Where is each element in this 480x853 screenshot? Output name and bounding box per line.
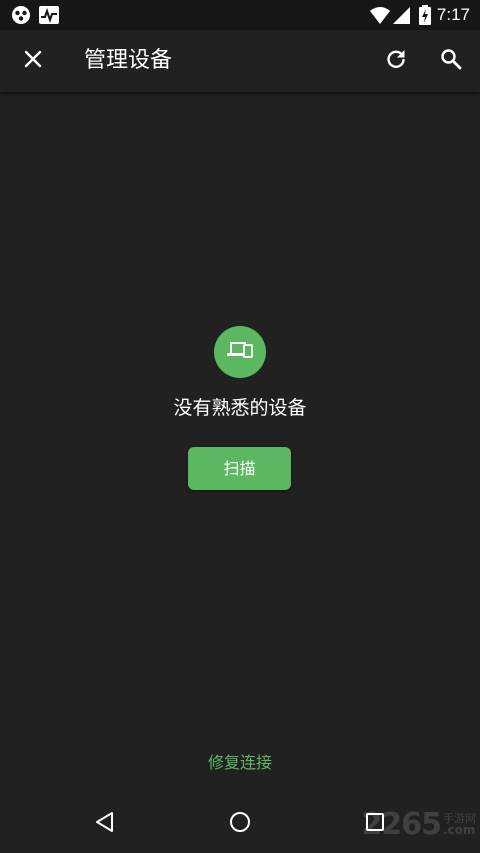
main-content: 没有熟悉的设备 扫描 xyxy=(0,92,480,732)
page-title: 管理设备 xyxy=(84,48,173,73)
wifi-icon xyxy=(369,4,391,26)
scan-button[interactable]: 扫描 xyxy=(188,447,291,490)
status-time: 7:17 xyxy=(436,5,470,24)
watermark-number: 2265 xyxy=(361,806,442,842)
activity-icon xyxy=(38,4,60,26)
cell-signal-icon xyxy=(391,4,413,26)
search-icon xyxy=(439,47,463,75)
toolbar: 管理设备 xyxy=(0,30,480,92)
back-triangle-icon xyxy=(94,811,116,837)
devices-badge xyxy=(214,326,266,378)
search-button[interactable] xyxy=(429,39,473,83)
empty-state-message: 没有熟悉的设备 xyxy=(173,397,307,419)
refresh-icon xyxy=(384,47,408,75)
watermark-label-cn: 手游网 xyxy=(443,811,476,825)
close-icon xyxy=(22,48,44,74)
refresh-button[interactable] xyxy=(374,39,418,83)
watermark-label-com: .com xyxy=(443,822,476,837)
home-button[interactable] xyxy=(220,804,260,844)
devices-icon xyxy=(226,339,254,365)
navigation-bar: 2265 手游网 .com xyxy=(0,796,480,853)
close-button[interactable] xyxy=(11,39,55,83)
watermark-logo: 2265 手游网 .com xyxy=(362,804,477,844)
watermark-side: 手游网 .com xyxy=(443,813,476,836)
home-circle-icon xyxy=(229,811,251,837)
battery-charging-icon xyxy=(414,4,436,26)
back-button[interactable] xyxy=(85,804,125,844)
status-bar: 7:17 xyxy=(0,0,480,30)
fix-connection-link[interactable]: 修复连接 xyxy=(0,748,480,778)
screen: 7:17 管理设备 没有熟悉的设备 扫描 修复连接 2265 手游网 .com xyxy=(0,0,480,853)
app-notification-icon xyxy=(10,4,32,26)
